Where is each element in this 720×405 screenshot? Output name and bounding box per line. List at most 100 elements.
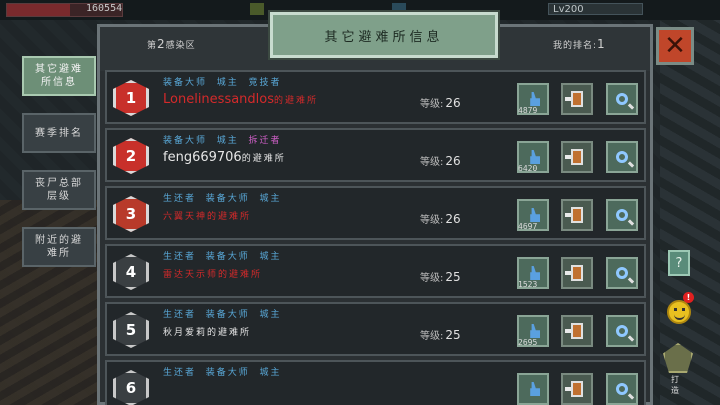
inspect-button[interactable] bbox=[606, 141, 638, 173]
close-button[interactable]: ✕ bbox=[656, 27, 694, 65]
shelter-title-badge: 装备大师 bbox=[205, 194, 250, 204]
shelter-name: 雷达天示师的避难所 bbox=[163, 266, 262, 281]
rank-badge: 2 bbox=[113, 138, 149, 174]
rank-badge: 6 bbox=[113, 370, 149, 405]
shelter-row: 3 生还者 装备大师 城主 六翼天神的避难所 等级: 26 4697 bbox=[105, 186, 646, 240]
infection-zone-label: 第2感染区 bbox=[147, 37, 196, 51]
door-icon bbox=[565, 381, 583, 397]
rank-badge: 5 bbox=[113, 312, 149, 348]
shelter-titles: 生还者 装备大师 城主 bbox=[163, 191, 282, 204]
shelter-title-badge: 拆迁者 bbox=[248, 136, 282, 146]
like-count: 4879 bbox=[518, 106, 538, 115]
thumbs-up-icon bbox=[526, 92, 540, 106]
inspect-button[interactable] bbox=[606, 199, 638, 231]
magnifier-icon bbox=[616, 151, 628, 163]
inspect-button[interactable] bbox=[606, 315, 638, 347]
shelter-name: feng669706的避难所 bbox=[163, 150, 286, 165]
shelter-suffix: 的避难所 bbox=[274, 96, 319, 106]
shelter-row: 2 装备大师 城主 拆迁者 feng669706的避难所 等级: 26 6420 bbox=[105, 128, 646, 182]
shelter-name: 六翼天神的避难所 bbox=[163, 208, 251, 223]
inspect-button[interactable] bbox=[606, 257, 638, 289]
shelter-level: 等级: 25 bbox=[420, 328, 461, 342]
door-icon bbox=[565, 207, 583, 223]
shelter-title-badge: 装备大师 bbox=[205, 252, 250, 262]
rank-badge: 3 bbox=[113, 196, 149, 232]
shelter-title-badge: 装备大师 bbox=[163, 136, 208, 146]
shelter-title-badge: 装备大师 bbox=[163, 78, 208, 88]
like-count: 4697 bbox=[518, 222, 538, 231]
shelter-suffix: 雷达天示师的避难所 bbox=[163, 270, 263, 280]
shelter-title-badge: 城主 bbox=[259, 252, 282, 262]
rank-number: 4 bbox=[125, 263, 137, 281]
thumbs-up-icon bbox=[526, 382, 540, 396]
visit-button[interactable] bbox=[561, 199, 593, 231]
shelter-title-badge: 城主 bbox=[259, 194, 282, 204]
thumbs-up-icon bbox=[526, 150, 540, 164]
shelter-list: 1 装备大师 城主 竞技者 Lonelinessandlos的避难所 等级: 26… bbox=[105, 70, 646, 405]
resource-icon bbox=[250, 3, 264, 15]
inspect-button[interactable] bbox=[606, 373, 638, 405]
shelter-level: 等级: 25 bbox=[420, 270, 461, 284]
rank-badge: 4 bbox=[113, 254, 149, 290]
shelter-name: 秋月爱莉的避难所 bbox=[163, 324, 251, 339]
shelter-row: 4 生还者 装备大师 城主 雷达天示师的避难所 等级: 25 1523 bbox=[105, 244, 646, 298]
tab-other-shelters[interactable]: 其它避难所信息 bbox=[22, 56, 96, 96]
shelter-titles: 生还者 装备大师 城主 bbox=[163, 307, 282, 320]
magnifier-icon bbox=[616, 209, 628, 221]
rank-number: 1 bbox=[125, 89, 137, 107]
hp-bar-fill bbox=[7, 4, 71, 16]
inspect-button[interactable] bbox=[606, 83, 638, 115]
thumbs-up-icon bbox=[526, 266, 540, 280]
door-icon bbox=[565, 323, 583, 339]
rank-number: 2 bbox=[125, 147, 137, 165]
magnifier-icon bbox=[616, 383, 628, 395]
shelter-title-badge: 生还者 bbox=[163, 310, 197, 320]
player-name: feng669706 bbox=[163, 150, 242, 165]
shelter-title-badge: 城主 bbox=[259, 310, 282, 320]
shelter-title-badge: 生还者 bbox=[163, 368, 197, 378]
tab-season-rank[interactable]: 赛季排名 bbox=[22, 113, 96, 153]
hp-value: 160554 bbox=[86, 3, 123, 14]
shelter-titles: 生还者 装备大师 城主 bbox=[163, 249, 282, 262]
like-count: 1523 bbox=[518, 280, 538, 289]
player-level: Lv200 bbox=[548, 3, 643, 15]
visit-button[interactable] bbox=[561, 315, 593, 347]
tab-nearby-shelters[interactable]: 附近的避难所 bbox=[22, 227, 96, 267]
shelter-row: 1 装备大师 城主 竞技者 Lonelinessandlos的避难所 等级: 26… bbox=[105, 70, 646, 124]
alert-icon: ! bbox=[683, 292, 694, 303]
shelter-level: 等级: 26 bbox=[420, 96, 461, 110]
like-count: 2695 bbox=[518, 338, 538, 347]
thumbs-up-icon bbox=[526, 208, 540, 222]
shelter-level: 等级: 26 bbox=[420, 212, 461, 226]
shelter-title-badge: 城主 bbox=[216, 78, 239, 88]
shelter-title-badge: 生还者 bbox=[163, 194, 197, 204]
visit-button[interactable] bbox=[561, 373, 593, 405]
shelter-row: 6 生还者 装备大师 城主 bbox=[105, 360, 646, 405]
tab-zombie-hq[interactable]: 丧尸总部层级 bbox=[22, 170, 96, 210]
shelter-suffix: 秋月爱莉的避难所 bbox=[163, 328, 252, 338]
magnifier-icon bbox=[616, 325, 628, 337]
visit-button[interactable] bbox=[561, 83, 593, 115]
shelter-row: 5 生还者 装备大师 城主 秋月爱莉的避难所 等级: 25 2695 bbox=[105, 302, 646, 356]
side-tabs: 其它避难所信息 赛季排名 丧尸总部层级 附近的避难所 bbox=[22, 56, 96, 284]
door-icon bbox=[565, 265, 583, 281]
rank-number: 6 bbox=[125, 379, 137, 397]
door-icon bbox=[565, 149, 583, 165]
visit-button[interactable] bbox=[561, 257, 593, 289]
my-rank-label: 我的排名:1 bbox=[553, 37, 606, 51]
shelter-titles: 装备大师 城主 竞技者 bbox=[163, 75, 282, 88]
like-button[interactable] bbox=[517, 373, 549, 405]
door-icon bbox=[565, 91, 583, 107]
craft-label: 打造 bbox=[671, 375, 679, 395]
shelter-title-badge: 城主 bbox=[259, 368, 282, 378]
visit-button[interactable] bbox=[561, 141, 593, 173]
rank-badge: 1 bbox=[113, 80, 149, 116]
smile-icon[interactable] bbox=[667, 300, 691, 324]
help-icon[interactable]: ? bbox=[668, 250, 690, 276]
shelter-level: 等级: 26 bbox=[420, 154, 461, 168]
shelter-name: Lonelinessandlos的避难所 bbox=[163, 92, 318, 107]
player-name: Lonelinessandlos bbox=[163, 92, 275, 107]
magnifier-icon bbox=[616, 267, 628, 279]
shelter-title-badge: 竞技者 bbox=[248, 78, 282, 88]
shelter-title-badge: 装备大师 bbox=[205, 310, 250, 320]
